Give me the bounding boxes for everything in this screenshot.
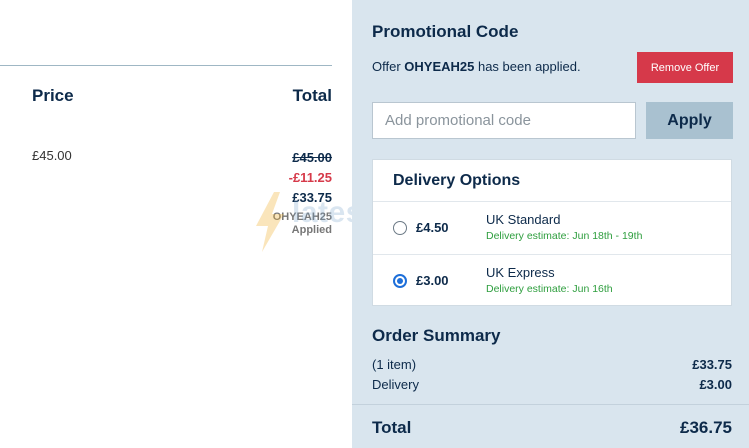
option-name: UK Standard: [486, 212, 561, 227]
summary-total-value: £36.75: [680, 418, 732, 437]
promo-msg-suffix: has been applied.: [474, 59, 581, 74]
remove-offer-button[interactable]: Remove Offer: [637, 52, 733, 83]
option-estimate: Delivery estimate: Jun 18th - 19th: [486, 230, 643, 242]
delivery-option-express[interactable]: £3.00 UK Express Delivery estimate: Jun …: [373, 254, 731, 306]
summary-items-value: £33.75: [692, 357, 732, 372]
checkout-panel: Promotional Code Offer OHYEAH25 has been…: [352, 0, 749, 448]
summary-delivery-value: £3.00: [699, 377, 732, 392]
promo-code-input[interactable]: [372, 102, 636, 139]
option-estimate: Delivery estimate: Jun 16th: [486, 283, 613, 295]
option-name: UK Express: [486, 265, 555, 280]
promo-title: Promotional Code: [372, 22, 519, 41]
original-total: £45.00: [292, 150, 332, 165]
delivery-options-card: Delivery Options £4.50 UK Standard Deliv…: [372, 159, 732, 306]
promo-msg-code: OHYEAH25: [404, 59, 475, 74]
promo-msg-prefix: Offer: [372, 59, 405, 74]
option-price: £3.00: [416, 273, 449, 288]
option-price: £4.50: [416, 220, 449, 235]
applied-code: OHYEAH25: [272, 211, 332, 223]
order-summary-title: Order Summary: [372, 326, 501, 345]
item-unit-price: £45.00: [32, 148, 72, 163]
radio-standard[interactable]: [393, 221, 407, 235]
item-totals: £45.00 -£11.25 £33.75 OHYEAH25 Applied: [273, 148, 332, 237]
applied-label: Applied: [291, 224, 332, 236]
promo-applied-message: Offer OHYEAH25 has been applied.: [372, 59, 581, 74]
radio-express[interactable]: [393, 274, 407, 288]
summary-total-label: Total: [372, 418, 412, 437]
price-column-header: Price: [32, 86, 74, 105]
apply-button[interactable]: Apply: [646, 102, 733, 139]
total-column-header: Total: [292, 86, 332, 105]
cart-section: Price Total £45.00 £45.00 -£11.25 £33.75…: [0, 0, 352, 448]
cart-divider: [0, 65, 332, 66]
discount-amount: -£11.25: [288, 170, 332, 185]
summary-delivery-label: Delivery: [372, 377, 419, 392]
summary-items-label: (1 item): [372, 357, 417, 372]
delivery-option-standard[interactable]: £4.50 UK Standard Delivery estimate: Jun…: [373, 201, 731, 253]
delivery-options-title: Delivery Options: [393, 172, 521, 189]
discounted-total: £33.75: [292, 190, 332, 205]
summary-divider: [352, 404, 749, 405]
applied-code-note: OHYEAH25 Applied: [273, 211, 332, 237]
